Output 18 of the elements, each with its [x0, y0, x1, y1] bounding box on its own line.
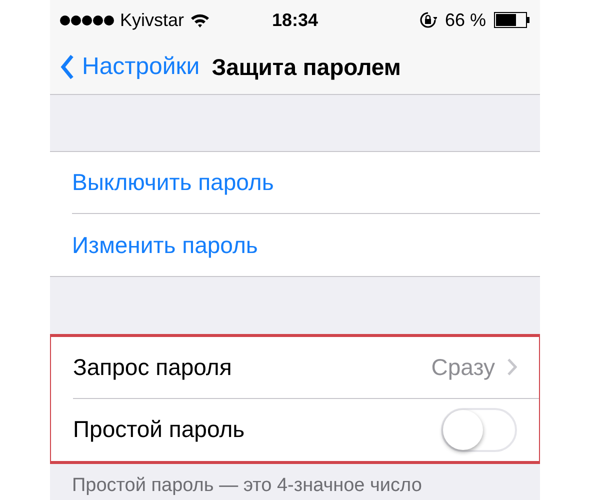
row-label: Простой пароль	[73, 415, 246, 444]
footer-note: Простой пароль — это 4-значное число	[71, 474, 423, 498]
rotation-lock-icon	[418, 11, 437, 29]
toggle-switch[interactable]	[441, 408, 517, 452]
row-value: Сразу	[431, 352, 495, 382]
back-chevron-icon	[60, 54, 74, 80]
action-row[interactable]: Выключить пароль	[72, 165, 274, 200]
chevron-icon[interactable]	[507, 358, 517, 376]
carrier-name: Kyivstar	[120, 8, 184, 32]
battery-icon	[494, 12, 530, 28]
action-row[interactable]: Изменить пароль	[72, 228, 258, 262]
battery-percent: 66 %	[444, 8, 486, 32]
wifi-icon	[190, 12, 210, 28]
screen-title: Защита паролем	[212, 52, 401, 82]
status-time: 18:34	[270, 8, 320, 32]
back-button[interactable]: Настройки	[60, 49, 200, 85]
row-label: Запрос пароля	[73, 352, 233, 382]
signal-icon	[60, 14, 114, 26]
